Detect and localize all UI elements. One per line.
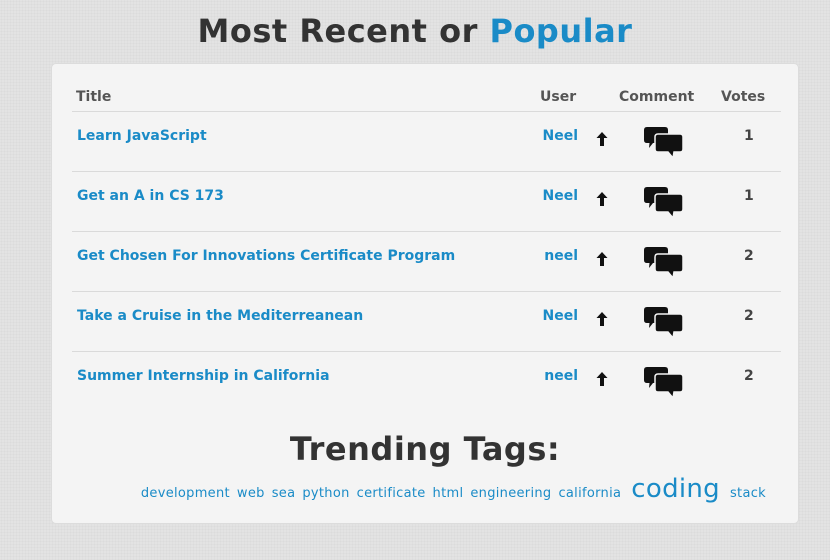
post-user-link[interactable]: neel: [544, 248, 578, 264]
tag-cloud: development web sea python certificate html en…: [134, 474, 766, 504]
arrow-up-icon[interactable]: [595, 191, 609, 207]
post-title-link[interactable]: Get an A in CS 173: [77, 188, 224, 204]
vote-count: 2: [744, 368, 754, 384]
tag-link[interactable]: sea: [272, 486, 296, 501]
post-title-link[interactable]: Get Chosen For Innovations Certificate P…: [77, 248, 455, 264]
tag-link[interactable]: stack: [730, 486, 766, 501]
table-row: Get an A in CS 173 Neel 1: [72, 172, 781, 232]
post-user-link[interactable]: neel: [544, 368, 578, 384]
post-title-link[interactable]: Take a Cruise in the Mediterreanean: [77, 308, 363, 324]
post-user-link[interactable]: Neel: [542, 308, 578, 324]
post-title-link[interactable]: Summer Internship in California: [77, 368, 330, 384]
page-title-prefix: Most Recent or: [197, 12, 490, 50]
vote-count: 2: [744, 248, 754, 264]
popular-link[interactable]: Popular: [489, 12, 632, 50]
arrow-up-icon[interactable]: [595, 311, 609, 327]
tag-link[interactable]: engineering: [470, 486, 551, 501]
table-row: Summer Internship in California neel 2: [72, 352, 781, 411]
table-row: Take a Cruise in the Mediterreanean Neel 2: [72, 292, 781, 352]
post-title-link[interactable]: Learn JavaScript: [77, 128, 207, 144]
table-row: Learn JavaScript Neel 1: [72, 112, 781, 172]
vote-count: 2: [744, 308, 754, 324]
table-header: Title User Comment Votes: [72, 85, 781, 112]
arrow-up-icon[interactable]: [595, 251, 609, 267]
post-user-link[interactable]: Neel: [542, 128, 578, 144]
tag-link[interactable]: development: [141, 486, 230, 501]
tag-link[interactable]: web: [237, 486, 265, 501]
tag-link[interactable]: california: [558, 486, 621, 501]
column-header-user: User: [540, 89, 577, 105]
posts-panel: Title User Comment Votes Learn JavaScrip…: [51, 63, 799, 524]
table-row: Get Chosen For Innovations Certificate P…: [72, 232, 781, 292]
page-title: Most Recent or Popular: [0, 12, 830, 50]
tag-link[interactable]: coding: [631, 474, 720, 504]
column-header-comment: Comment: [619, 89, 695, 105]
vote-count: 1: [744, 128, 754, 144]
vote-count: 1: [744, 188, 754, 204]
column-header-votes: Votes: [721, 89, 766, 105]
tag-link[interactable]: certificate: [357, 486, 426, 501]
speech-bubbles-icon[interactable]: [643, 245, 685, 280]
posts-table: Title User Comment Votes Learn JavaScrip…: [72, 85, 781, 411]
post-user-link[interactable]: Neel: [542, 188, 578, 204]
table-body: Learn JavaScript Neel 1 Get an A in CS 173 N…: [72, 112, 781, 411]
speech-bubbles-icon[interactable]: [643, 125, 685, 160]
tag-link[interactable]: html: [433, 486, 464, 501]
tag-link[interactable]: python: [302, 486, 349, 501]
speech-bubbles-icon[interactable]: [643, 185, 685, 220]
trending-tags-heading: Trending Tags:: [289, 430, 561, 468]
arrow-up-icon[interactable]: [595, 371, 609, 387]
speech-bubbles-icon[interactable]: [643, 365, 685, 400]
speech-bubbles-icon[interactable]: [643, 305, 685, 340]
arrow-up-icon[interactable]: [595, 131, 609, 147]
column-header-title: Title: [76, 89, 112, 105]
